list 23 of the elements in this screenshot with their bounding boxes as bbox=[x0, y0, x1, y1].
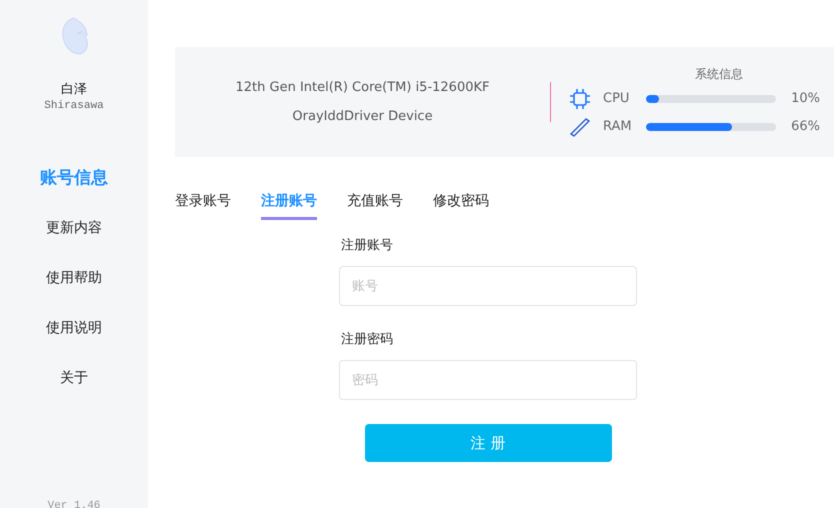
version-label: Ver 1.46 bbox=[48, 500, 100, 508]
input-field[interactable]: 账号 bbox=[339, 266, 637, 306]
tab[interactable]: 充值账号 bbox=[347, 191, 403, 220]
meter-label: RAM bbox=[603, 119, 633, 134]
app-subtitle: Shirasawa bbox=[44, 100, 104, 112]
ruler-icon bbox=[569, 116, 591, 138]
chip-icon bbox=[569, 88, 591, 110]
panel-title: 系统信息 bbox=[694, 66, 744, 82]
usage-reading: 66% bbox=[790, 119, 820, 134]
tab[interactable]: 修改密码 bbox=[433, 191, 489, 220]
tab[interactable]: 登录账号 bbox=[175, 191, 231, 220]
gpu-name: OrayIddDriver Device bbox=[292, 109, 433, 124]
sidebar-item[interactable]: 关于 bbox=[60, 368, 88, 389]
usage-reading: 10% bbox=[790, 91, 820, 106]
meter-label: CPU bbox=[603, 91, 630, 106]
field-label: 注册密码 bbox=[341, 331, 394, 348]
app-name: 白泽 bbox=[61, 81, 87, 98]
sidebar-item[interactable]: 使用帮助 bbox=[46, 268, 102, 289]
field-label: 注册账号 bbox=[341, 237, 394, 254]
sidebar-item[interactable]: 使用说明 bbox=[46, 318, 102, 339]
sidebar-item[interactable]: 更新内容 bbox=[46, 218, 102, 239]
input-field[interactable]: 密码 bbox=[339, 360, 637, 400]
cpu-name: 12th Gen Intel(R) Core(TM) i5-12600KF bbox=[236, 80, 490, 95]
